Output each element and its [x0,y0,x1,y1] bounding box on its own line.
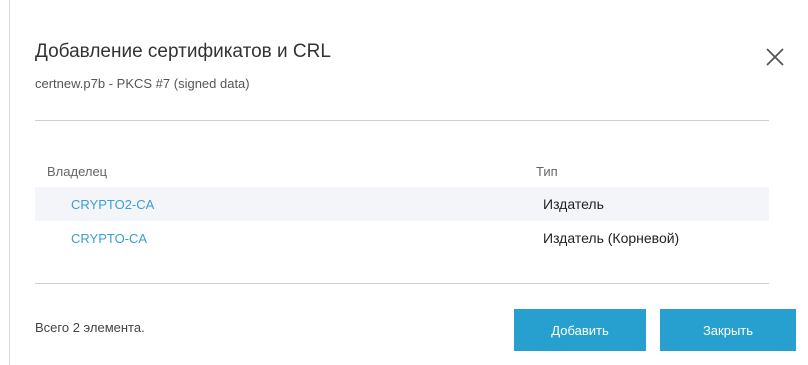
owner-link[interactable]: CRYPTO2-CA [71,197,154,212]
item-count: Всего 2 элемента. [35,320,145,335]
column-header-owner: Владелец [47,164,108,179]
table-row[interactable]: CRYPTO-CA Издатель (Корневой) [35,221,769,255]
add-button[interactable]: Добавить [514,309,646,351]
certificate-dialog: Добавление сертификатов и CRL certnew.p7… [0,0,808,365]
dialog-title: Добавление сертификатов и CRL [35,41,331,62]
dialog-subtitle: certnew.p7b - PKCS #7 (signed data) [35,76,250,91]
table-row[interactable]: CRYPTO2-CA Издатель [35,187,769,221]
close-icon[interactable] [762,44,788,70]
type-cell: Издатель (Корневой) [543,230,680,246]
type-cell: Издатель [543,196,604,212]
owner-link[interactable]: CRYPTO-CA [71,231,147,246]
footer-divider [35,283,769,284]
close-button[interactable]: Закрыть [660,309,796,351]
dialog-left-border [9,0,10,365]
column-header-type: Тип [536,164,558,179]
header-divider [35,120,769,121]
table-header: Владелец Тип [35,153,769,183]
